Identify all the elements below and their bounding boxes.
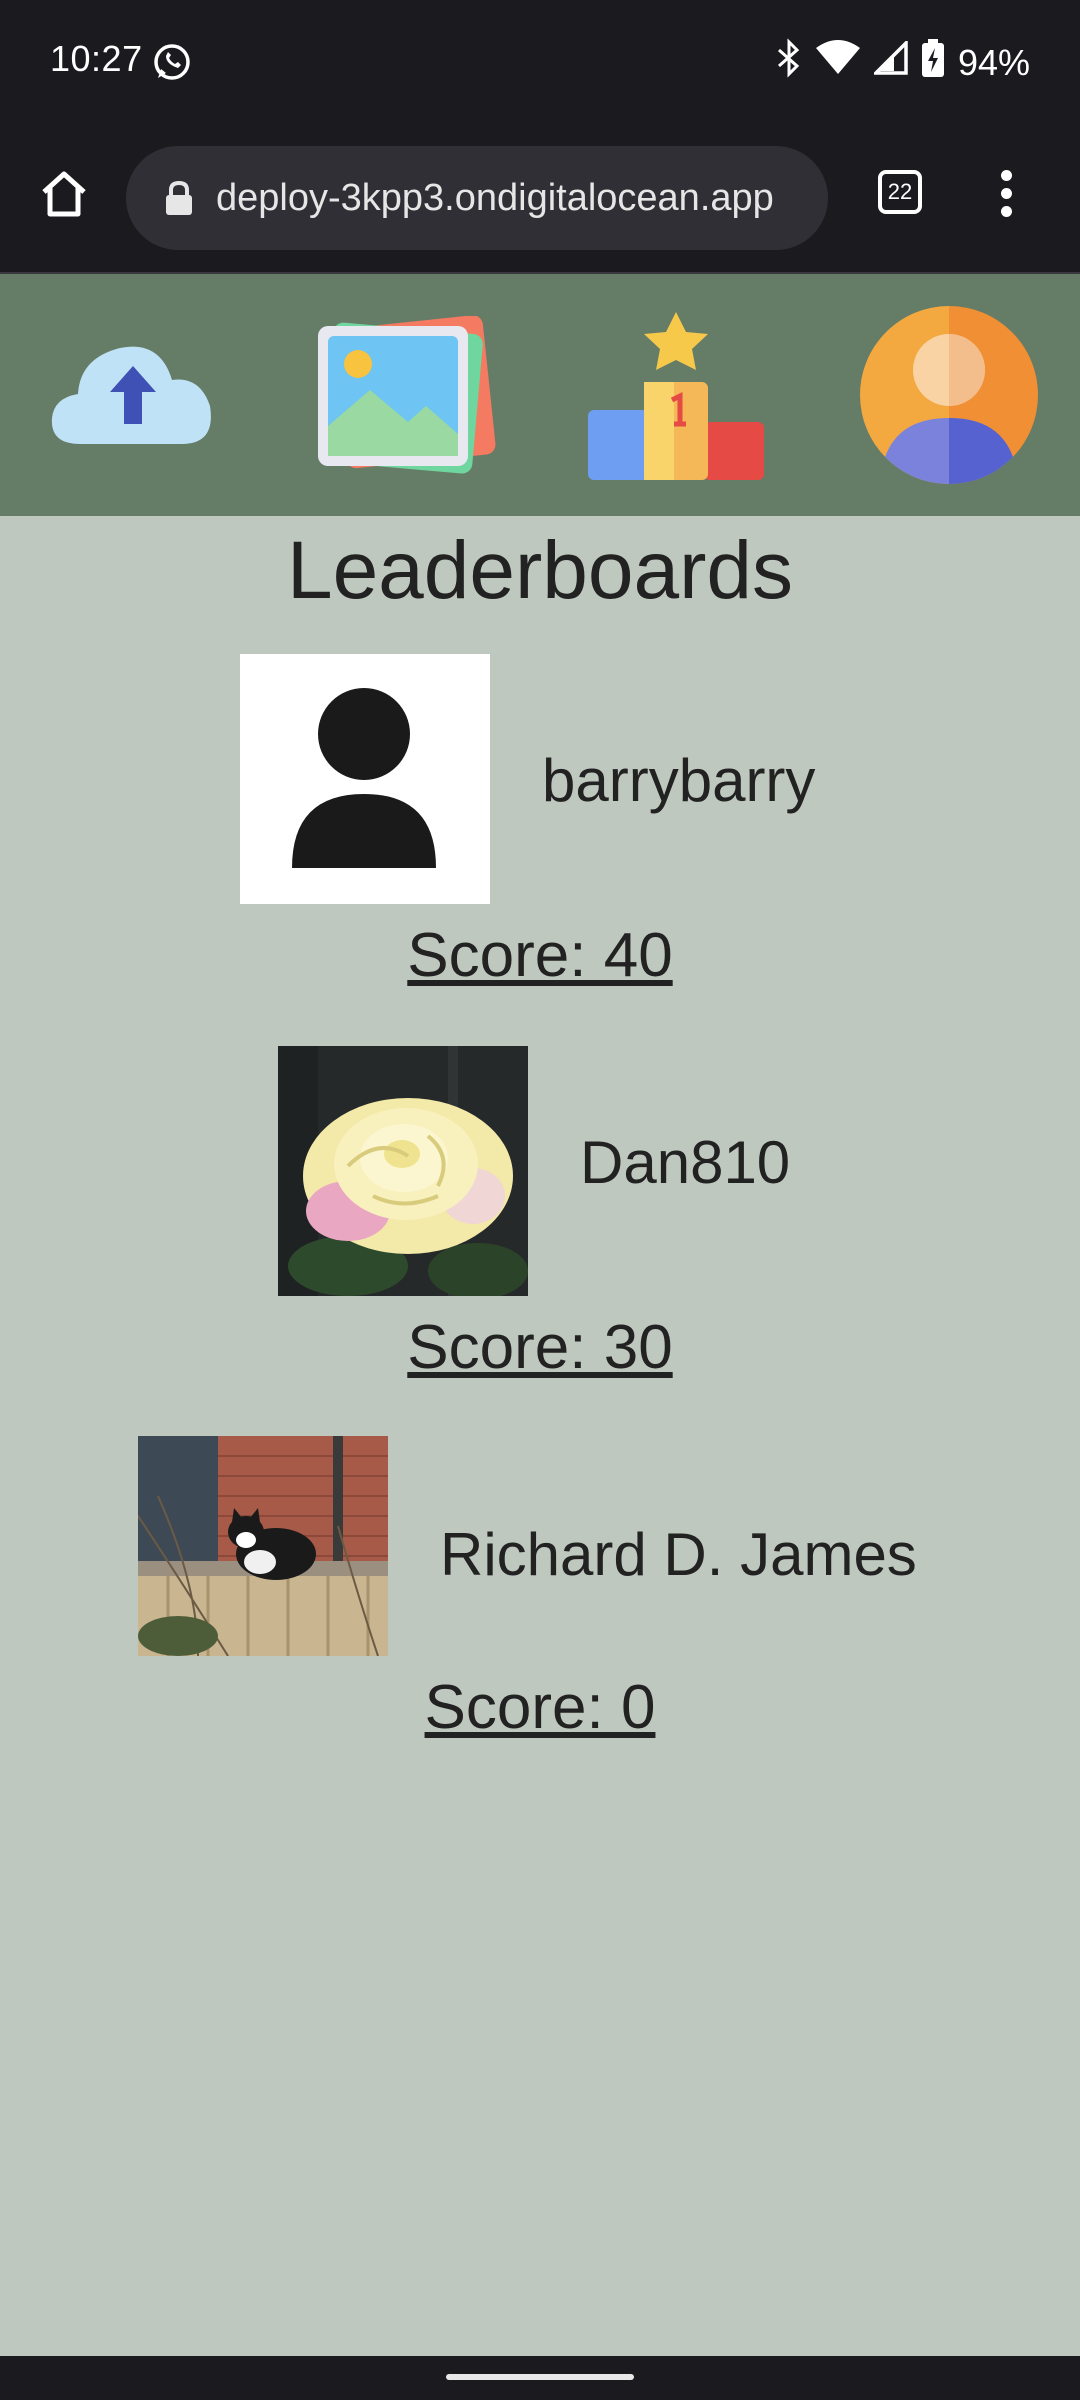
username: barrybarry: [542, 747, 816, 814]
default-user-silhouette-icon: [292, 688, 436, 868]
app-nav-bar: [0, 274, 1080, 516]
tab-switcher-button[interactable]: 22: [878, 170, 922, 214]
battery-icon: [921, 39, 944, 86]
gesture-navigation-bar: [0, 2356, 1080, 2400]
cat-on-fence-photo: [138, 1436, 388, 1656]
user-score: Score: 0: [424, 1673, 656, 1742]
leaderboard-podium-icon[interactable]: [586, 310, 766, 487]
user-avatar: [240, 654, 490, 904]
user-avatar: [138, 1436, 388, 1656]
home-icon[interactable]: [36, 166, 92, 222]
home-gesture-handle[interactable]: [446, 2374, 634, 2380]
gallery-icon[interactable]: [312, 315, 496, 481]
profile-avatar-icon[interactable]: [860, 306, 1038, 489]
browser-toolbar: deploy-3kpp3.ondigitalocean.app 22: [0, 126, 1080, 274]
upload-cloud-icon[interactable]: [50, 336, 216, 453]
status-time: 10:27: [50, 38, 143, 79]
wifi-icon: [815, 40, 860, 85]
whatsapp-icon: [152, 42, 192, 87]
battery-percent: 94%: [957, 41, 1030, 83]
signal-icon: [871, 38, 908, 84]
more-menu-icon[interactable]: [994, 170, 1018, 230]
url-text[interactable]: deploy-3kpp3.ondigitalocean.app: [216, 146, 808, 250]
lock-icon: [164, 180, 194, 221]
status-bar: 10:27 94%: [0, 0, 1080, 126]
user-avatar: [278, 1046, 528, 1296]
user-score: Score: 40: [407, 921, 673, 990]
address-bar[interactable]: deploy-3kpp3.ondigitalocean.app: [126, 146, 828, 250]
rose-photo: [278, 1046, 528, 1296]
bluetooth-icon: [776, 38, 802, 87]
username: Dan810: [580, 1129, 791, 1196]
user-score: Score: 30: [407, 1313, 673, 1382]
page-title: Leaderboards: [286, 525, 794, 616]
username: Richard D. James: [440, 1521, 917, 1588]
